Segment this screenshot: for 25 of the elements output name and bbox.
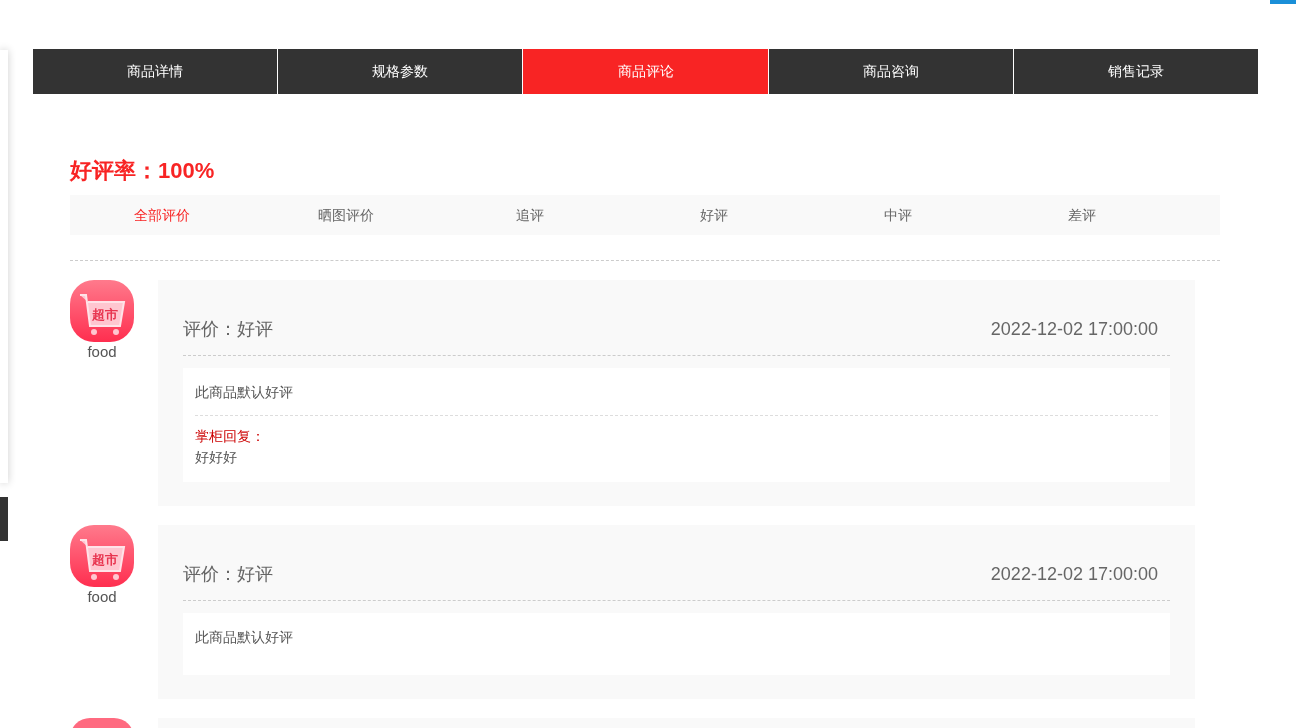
reply-label: 掌柜回复： [195,427,266,446]
filter-tab[interactable]: 中评 [884,204,912,226]
filter-tab[interactable]: 差评 [1068,204,1096,226]
shopping-cart-avatar: 超市 [70,525,134,587]
tab[interactable]: 商品详情 [33,49,278,94]
filter-tab[interactable]: 追评 [516,204,544,226]
review-text: 此商品默认好评 [195,628,294,647]
tab[interactable]: 销售记录 [1012,49,1258,94]
reply-text: 好好好 [195,448,238,467]
side-dark-bar [0,497,8,541]
username: food [86,342,118,362]
filter-tab[interactable]: 全部评价 [134,204,190,226]
review-text: 此商品默认好评 [195,383,294,402]
review-time: 2022-12-02 17:00:00 [990,318,1158,341]
tab[interactable]: 规格参数 [277,49,523,94]
review-rating: 评价：好评 [183,318,273,341]
review-time: 2022-12-02 17:00:00 [990,563,1158,586]
filter-tab[interactable]: 好评 [700,204,728,226]
positive-rate: 好评率：100% [70,157,216,185]
username: food [86,587,118,607]
tab[interactable]: 商品咨询 [767,49,1013,94]
shopping-cart-avatar: 超市 [70,280,134,342]
tab[interactable]: 商品评论 [522,49,768,94]
review-rating: 评价：好评 [183,563,273,586]
filter-tab[interactable]: 晒图评价 [318,204,374,226]
